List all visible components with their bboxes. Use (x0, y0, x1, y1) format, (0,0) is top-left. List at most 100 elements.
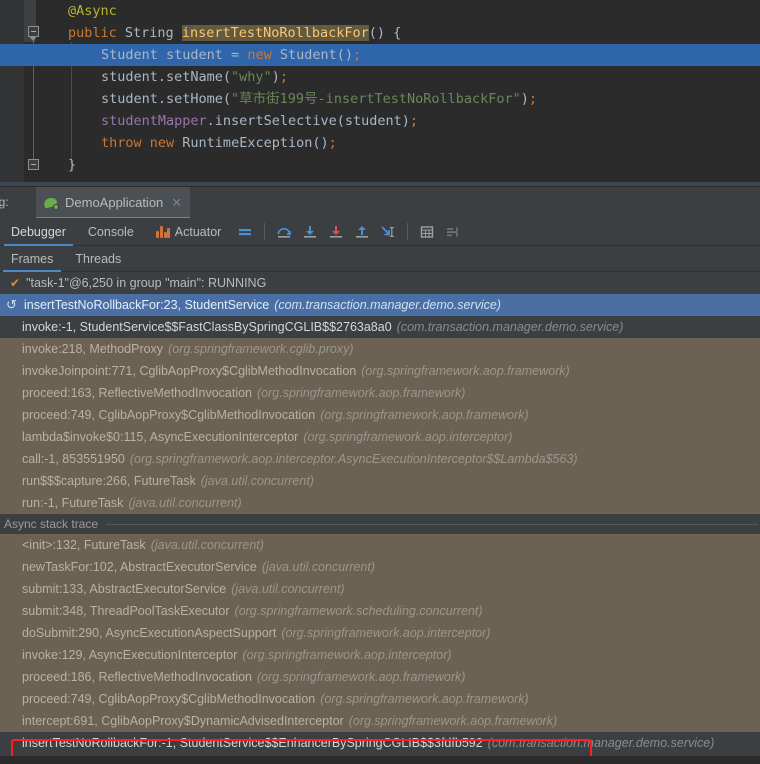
frame-method: proceed:163, ReflectiveMethodInvocation (22, 386, 253, 400)
tab-actuator[interactable]: Actuator (145, 218, 233, 246)
subtab-frames-label: Frames (11, 251, 54, 266)
async-frame-row[interactable]: proceed:749, CglibAopProxy$CglibMethodIn… (0, 688, 760, 710)
evaluate-expression-button[interactable] (414, 219, 440, 245)
step-over-button[interactable] (271, 219, 297, 245)
code-editor[interactable]: @Async public String insertTestNoRollback… (0, 0, 760, 186)
frame-row[interactable]: run:-1, FutureTask (java.util.concurrent) (0, 492, 760, 514)
frame-method: insertTestNoRollbackFor:23, StudentServi… (24, 298, 270, 312)
async-stack-trace-label: Async stack trace (4, 517, 99, 531)
frame-method: newTaskFor:102, AbstractExecutorService (22, 560, 257, 574)
run-configuration-tab[interactable]: DemoApplication ✕ (36, 187, 191, 219)
subtab-threads[interactable]: Threads (64, 246, 132, 272)
frame-method: intercept:691, CglibAopProxy$DynamicAdvi… (22, 714, 344, 728)
frame-row[interactable]: invokeJoinpoint:771, CglibAopProxy$Cglib… (0, 360, 760, 382)
frame-row[interactable]: call:-1, 853551950 (org.springframework.a… (0, 448, 760, 470)
frame-method: run$$$capture:266, FutureTask (22, 474, 196, 488)
debugger-toolbar: Debugger Console Actuator (0, 218, 760, 246)
run-to-cursor-button[interactable] (375, 219, 401, 245)
code-token: RuntimeException() (182, 135, 329, 151)
frames-list[interactable]: ↺ insertTestNoRollbackFor:23, StudentServ… (0, 294, 760, 756)
code-line: Student student = new Student(); (0, 44, 760, 66)
frame-method: doSubmit:290, AsyncExecutionAspectSuppor… (22, 626, 277, 640)
frame-row[interactable]: lambda$invoke$0:115, AsyncExecutionInter… (0, 426, 760, 448)
frame-row[interactable]: invoke:-1, StudentService$$FastClassBySp… (0, 316, 760, 338)
frame-row[interactable]: proceed:749, CglibAopProxy$CglibMethodIn… (0, 404, 760, 426)
frame-package: (org.springframework.scheduling.concurre… (234, 604, 483, 618)
check-icon: ✔ (10, 276, 21, 290)
tab-console-label: Console (87, 224, 134, 239)
force-step-into-button[interactable] (323, 219, 349, 245)
show-execution-point-button[interactable] (232, 219, 258, 245)
frame-package: (org.springframework.aop.interceptor) (303, 430, 513, 444)
frame-package: (com.transaction.manager.demo.service) (396, 320, 624, 334)
async-frame-row[interactable]: intercept:691, CglibAopProxy$DynamicAdvi… (0, 710, 760, 732)
close-icon[interactable]: ✕ (171, 196, 182, 209)
step-out-button[interactable] (349, 219, 375, 245)
toolbar-separator-2 (407, 223, 409, 240)
debug-toolwindow-label: ug: (0, 195, 9, 209)
frame-package: (java.util.concurrent) (261, 560, 376, 574)
async-frame-row[interactable]: insertTestNoRollbackFor:-1, StudentServi… (0, 732, 760, 754)
frame-method: invoke:218, MethodProxy (22, 342, 164, 356)
toolbar-separator-1 (264, 223, 266, 240)
code-token: ) (271, 69, 280, 85)
separator-line (106, 523, 758, 525)
frame-method: invoke:129, AsyncExecutionInterceptor (22, 648, 238, 662)
frame-row[interactable]: ↺ insertTestNoRollbackFor:23, StudentServ… (0, 294, 760, 316)
code-token: = (231, 47, 248, 63)
thread-selector[interactable]: ✔ "task-1"@6,250 in group "main": RUNNIN… (0, 272, 760, 294)
frame-row[interactable]: invoke:218, MethodProxy (org.springframew… (0, 338, 760, 360)
frame-row[interactable]: run$$$capture:266, FutureTask (java.util.… (0, 470, 760, 492)
frame-package: (java.util.concurrent) (200, 474, 314, 488)
mute-breakpoints-button[interactable] (440, 219, 466, 245)
code-token: @Async (68, 3, 117, 19)
async-frame-row[interactable]: invoke:129, AsyncExecutionInterceptor (or… (0, 644, 760, 666)
frame-package: (org.springframework.aop.framework) (361, 364, 570, 378)
debug-toolwindow-header: ug: DemoApplication ✕ (0, 186, 760, 219)
frame-package: (org.springframework.aop.framework) (257, 670, 466, 684)
async-frame-row[interactable]: insert:17, TestController(com.transactio… (0, 754, 760, 756)
code-line: studentMapper.insertSelective(student); (0, 110, 760, 132)
code-token: .insertSelective(student) (206, 113, 410, 129)
frame-method: proceed:749, CglibAopProxy$CglibMethodIn… (22, 408, 316, 422)
code-token: "草市街199号-insertTestNoRollbackFor" (231, 91, 521, 107)
frame-method: invokeJoinpoint:771, CglibAopProxy$Cglib… (22, 364, 357, 378)
code-token: ; (528, 91, 538, 107)
async-frame-row[interactable]: submit:348, ThreadPoolTaskExecutor (org.s… (0, 600, 760, 622)
code-line: @Async (0, 0, 760, 22)
code-line: throw new RuntimeException(); (0, 132, 760, 154)
code-token: ; (279, 69, 288, 85)
frames-threads-subtabs: Frames Threads (0, 246, 760, 272)
subtab-threads-label: Threads (75, 251, 122, 266)
frame-method: invoke:-1, StudentService$$FastClassBySp… (22, 320, 392, 334)
code-token: insertTestNoRollbackFor (181, 25, 369, 41)
code-line: public String insertTestNoRollbackFor() … (0, 22, 760, 44)
tab-debugger[interactable]: Debugger (0, 218, 77, 246)
tab-console[interactable]: Console (77, 218, 145, 246)
frame-package: (java.util.concurrent) (231, 582, 345, 596)
async-frame-row[interactable]: newTaskFor:102, AbstractExecutorService (… (0, 556, 760, 578)
frame-package: (org.springframework.aop.framework) (320, 408, 529, 422)
code-token: new (149, 135, 183, 151)
async-frame-row[interactable]: doSubmit:290, AsyncExecutionAspectSuppor… (0, 622, 760, 644)
subtab-frames[interactable]: Frames (0, 246, 64, 272)
code-token: studentMapper (101, 113, 207, 129)
code-token: ; (328, 135, 337, 151)
thread-label: "task-1"@6,250 in group "main": RUNNING (26, 276, 267, 290)
frame-package: (org.springframework.aop.framework) (348, 714, 558, 728)
frame-method: run:-1, FutureTask (22, 496, 124, 510)
code-line: } (0, 154, 760, 176)
frame-package: (org.springframework.aop.interceptor) (242, 648, 452, 662)
async-frame-row[interactable]: submit:133, AbstractExecutorService (java… (0, 578, 760, 600)
code-token: throw (101, 135, 150, 151)
async-frame-row[interactable]: <init>:132, FutureTask (java.util.concurr… (0, 534, 760, 556)
frame-row[interactable]: proceed:163, ReflectiveMethodInvocation (… (0, 382, 760, 404)
step-into-button[interactable] (297, 219, 323, 245)
frame-method: lambda$invoke$0:115, AsyncExecutionInter… (22, 430, 299, 444)
frame-method: insertTestNoRollbackFor:-1, StudentServi… (22, 736, 483, 750)
code-token: student.setHome( (101, 91, 232, 107)
frame-method: submit:133, AbstractExecutorService (22, 582, 227, 596)
code-token: ) (520, 91, 529, 107)
async-frame-row[interactable]: proceed:186, ReflectiveMethodInvocation (… (0, 666, 760, 688)
async-stack-trace-separator: Async stack trace (0, 514, 760, 534)
